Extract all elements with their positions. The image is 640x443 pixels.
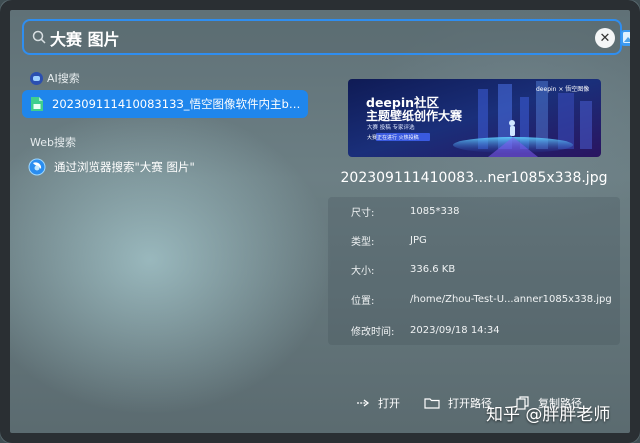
image-file-icon — [31, 97, 43, 111]
file-properties-panel: 尺寸: 1085*338 类型: JPG 大小: 336.6 KB 位置: /h… — [328, 197, 620, 345]
property-value: 336.6 KB — [410, 263, 456, 275]
property-row: 尺寸: 1085*338 — [328, 201, 620, 221]
image-viewer-app-icon[interactable] — [620, 28, 640, 48]
result-item-selected[interactable]: 20230911141008313З_悟空图像软件内主bann... — [22, 90, 308, 118]
property-row: 位置: /home/Zhou-Test-U...anner1085x338.jp… — [328, 289, 620, 309]
preview-file-name: 202309111410083...ner1085x338.jpg — [340, 170, 608, 186]
result-item-label: 20230911141008313З_悟空图像软件内主bann... — [52, 97, 304, 111]
property-row: 大小: 336.6 KB — [328, 259, 620, 279]
property-row: 修改时间: 2023/09/18 14:34 — [328, 320, 620, 340]
web-search-result-label: 通过浏览器搜索"大赛 图片" — [54, 160, 195, 174]
search-bar[interactable]: ✕ — [22, 19, 639, 55]
property-key: 大小: — [351, 265, 375, 277]
property-value: /home/Zhou-Test-U...anner1085x338.jpg — [410, 293, 612, 305]
property-value: JPG — [410, 234, 427, 246]
search-input[interactable] — [50, 25, 570, 51]
web-search-group-header: Web搜索 — [30, 134, 76, 150]
banner-sub-text: 大赛 投稿 专家评选 — [367, 125, 415, 131]
open-button-label: 打开 — [378, 397, 400, 410]
folder-icon — [424, 398, 440, 409]
property-key: 位置: — [351, 295, 375, 307]
ai-search-label: AI搜索 — [47, 72, 80, 85]
close-icon: ✕ — [599, 30, 611, 46]
property-row: 类型: JPG — [328, 230, 620, 250]
property-value: 1085*338 — [410, 205, 460, 217]
watermark: 知乎 @胖胖老师 — [486, 405, 611, 425]
web-search-label: Web搜索 — [30, 136, 76, 149]
property-key: 修改时间: — [351, 326, 395, 338]
property-key: 尺寸: — [351, 207, 375, 219]
preview-image: deepin社区 主题壁纸创作大赛 deepin × 悟空图像 大赛 投稿 专家… — [348, 79, 601, 157]
search-icon — [32, 30, 46, 44]
open-path-button[interactable]: 打开路径 — [424, 394, 492, 412]
property-key: 类型: — [351, 236, 375, 248]
property-value: 2023/09/18 14:34 — [410, 324, 500, 336]
clear-button[interactable]: ✕ — [595, 28, 615, 48]
browser-icon — [28, 158, 46, 176]
ai-search-group-header: AI搜索 — [30, 70, 80, 86]
banner-headline-text: 主题壁纸创作大赛 — [366, 109, 463, 123]
arrow-right-icon — [357, 399, 370, 407]
banner-badge-text: 大赛正在进行 火热投稿 — [367, 135, 419, 141]
launcher-window: ✕ AI搜索 20230911141008313З_悟空图像软件内主bann..… — [0, 0, 640, 443]
open-button[interactable]: 打开 — [356, 394, 400, 412]
banner-logo-text: deepin × 悟空图像 — [536, 86, 590, 93]
web-search-result[interactable]: 通过浏览器搜索"大赛 图片" — [22, 153, 308, 181]
ai-robot-icon — [30, 71, 43, 85]
